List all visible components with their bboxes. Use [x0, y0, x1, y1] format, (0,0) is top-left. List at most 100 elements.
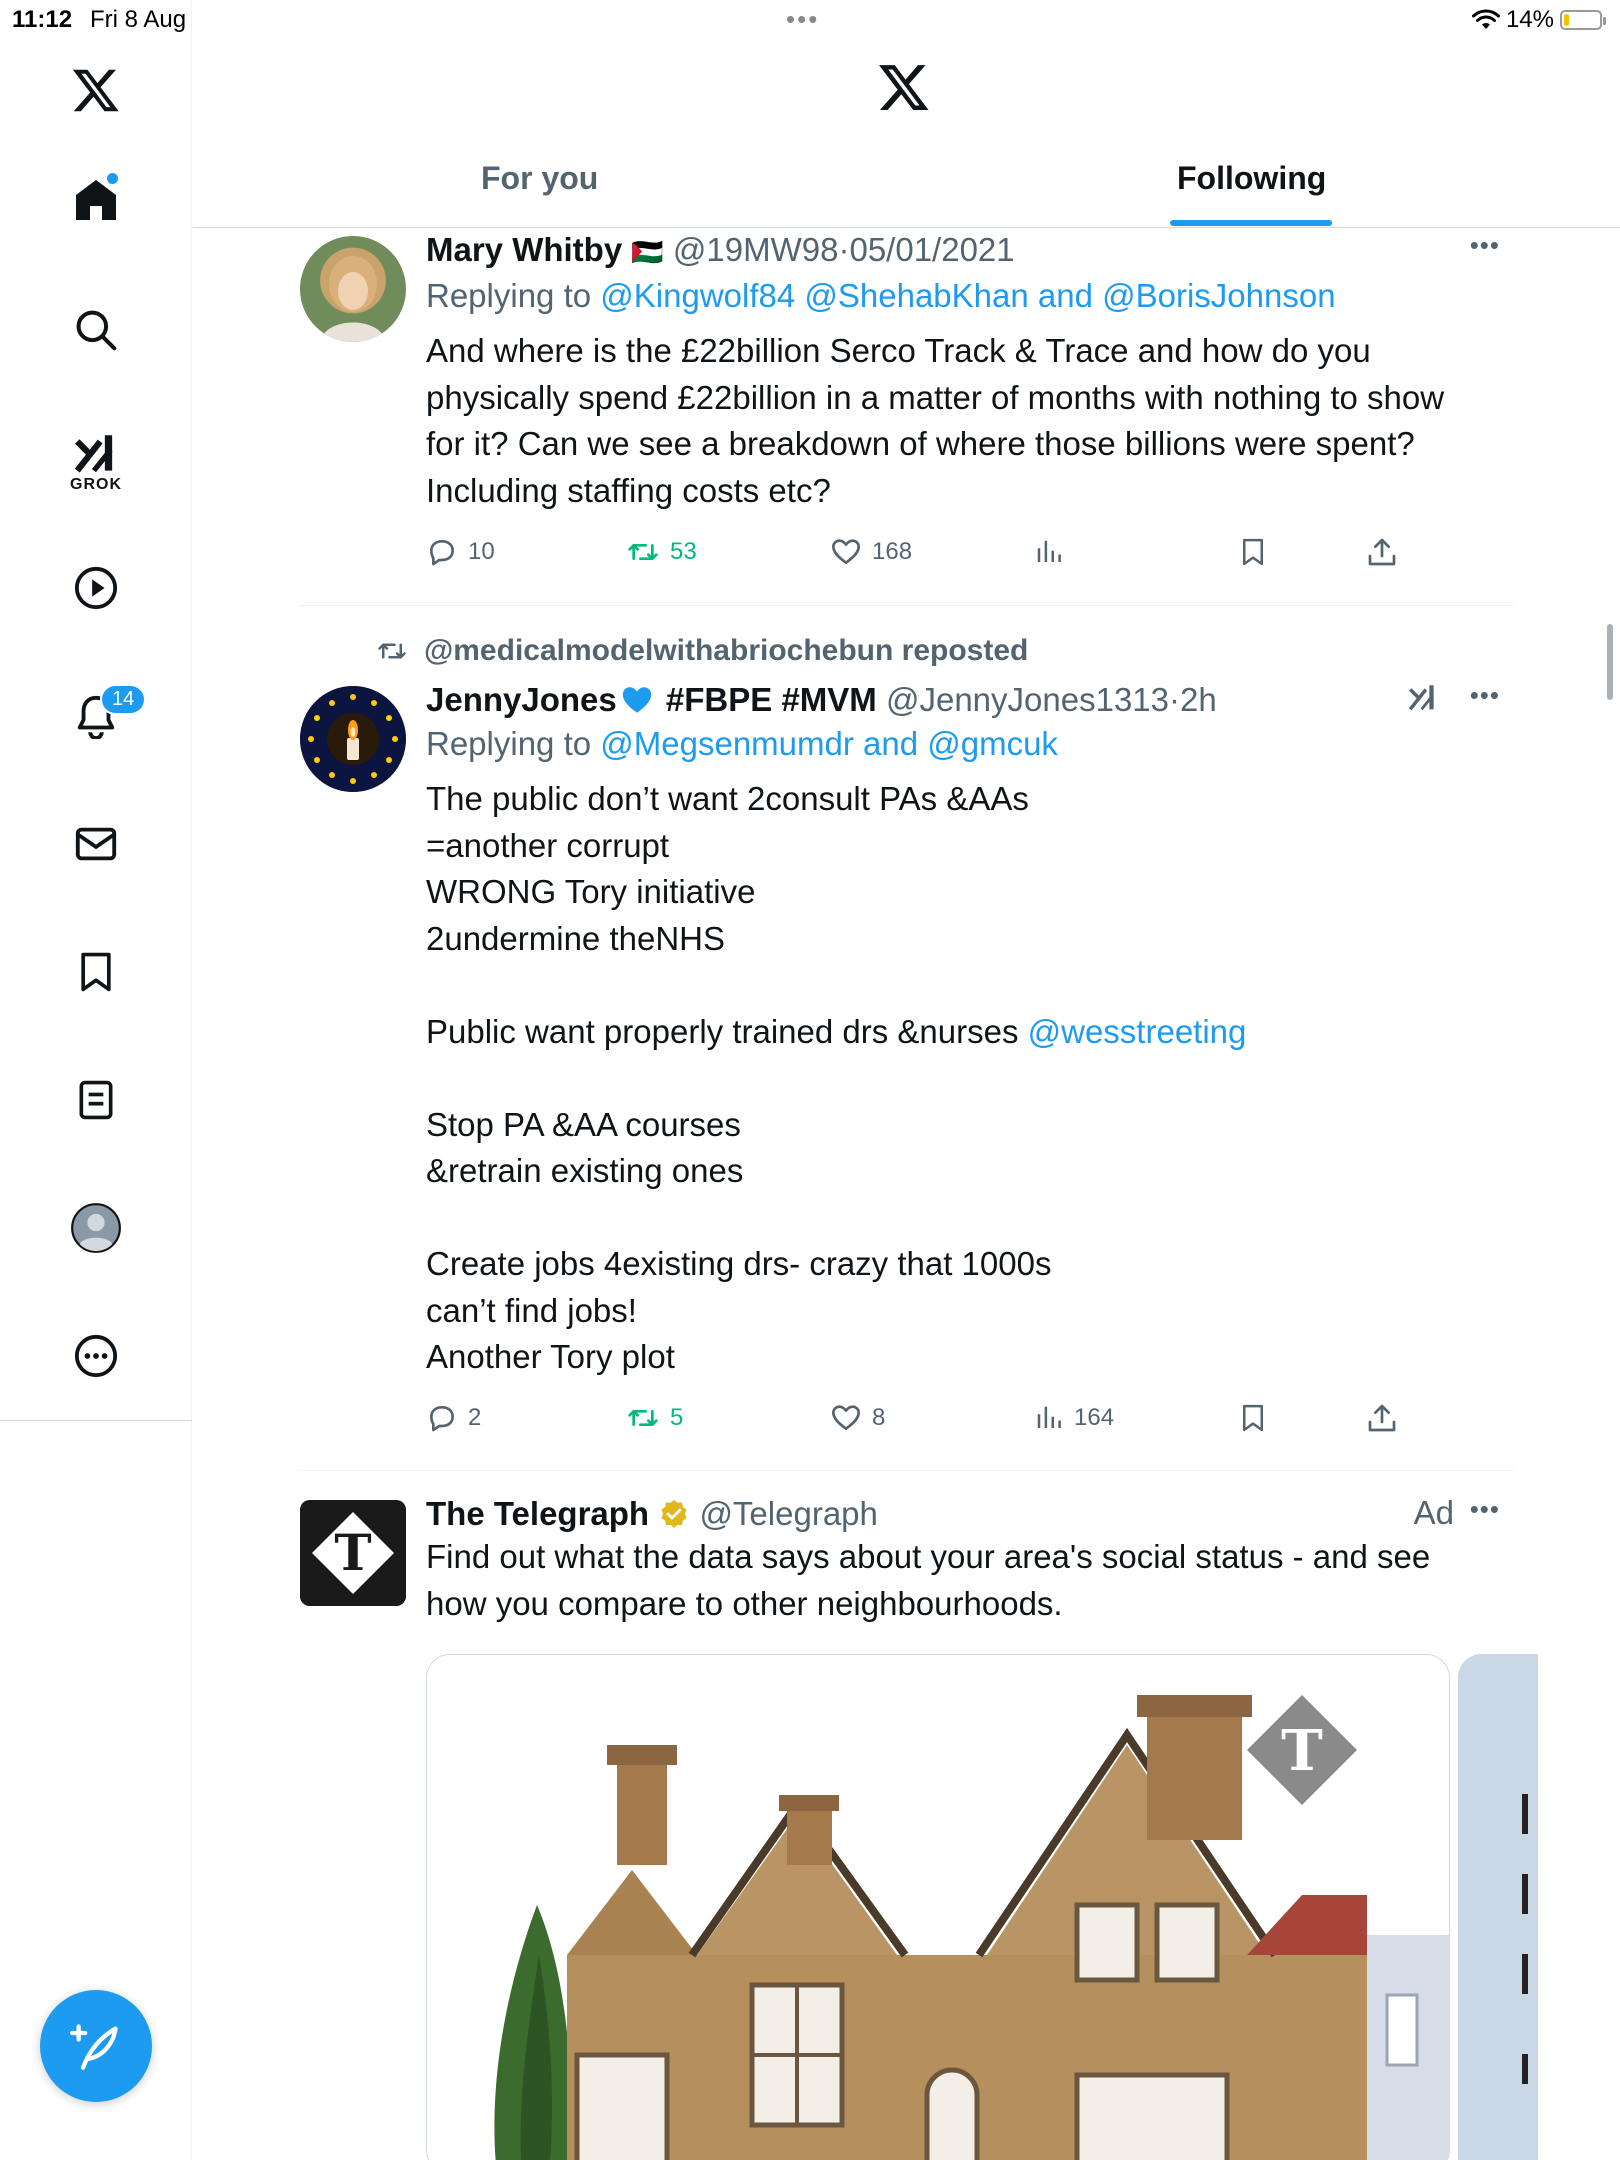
status-bar: 11:12 Fri 8 Aug ••• 14%: [0, 0, 1620, 40]
heart-icon: [832, 539, 860, 564]
ad-media-card[interactable]: T: [426, 1654, 1450, 2160]
tweet-text: Find out what the data says about your a…: [426, 1538, 1431, 1622]
tweet-text: The public don’t want 2consult PAs &AAs …: [426, 776, 1514, 1381]
more-icon[interactable]: •••: [1470, 230, 1500, 261]
repost-count: 5: [670, 1404, 684, 1431]
author-name-suffix: #FBPE #MVM: [665, 681, 877, 718]
author-handle[interactable]: @Telegraph: [699, 1495, 877, 1532]
author-name[interactable]: Mary Whitby: [426, 231, 622, 268]
tweet-divider: [300, 1470, 1514, 1471]
views-chart-icon: [1037, 1406, 1061, 1428]
share-button[interactable]: [1366, 1402, 1398, 1434]
more-icon[interactable]: •••: [1470, 680, 1500, 711]
compose-post-button[interactable]: [40, 1990, 152, 2102]
grok-label: GROK: [70, 476, 122, 493]
active-tab-indicator: [1170, 220, 1332, 226]
separator-dot: ·: [1169, 681, 1180, 718]
more-icon[interactable]: •••: [1470, 1494, 1500, 1525]
bookmark-button[interactable]: [1238, 536, 1268, 568]
more-options-icon[interactable]: [66, 1326, 126, 1386]
reply-icon: [430, 540, 454, 566]
share-button[interactable]: [1366, 536, 1398, 568]
ad-house-image: T: [427, 1655, 1449, 2160]
author-name[interactable]: The Telegraph: [426, 1495, 649, 1532]
repost-count: 53: [670, 538, 697, 565]
like-button[interactable]: 8: [830, 1402, 885, 1434]
tweet-text-part: Stop PA &AA courses &retrain existing on…: [426, 1105, 1052, 1375]
replying-prefix: Replying to: [426, 725, 601, 762]
heart-icon: [832, 1405, 860, 1430]
battery-percent: 14%: [1505, 6, 1554, 33]
status-right: 14%: [1471, 6, 1606, 34]
reply-icon: [430, 1406, 454, 1432]
repost-icon: [628, 1410, 658, 1426]
author-handle[interactable]: @19MW98: [673, 231, 839, 268]
author-name[interactable]: JennyJones: [426, 681, 617, 718]
repost-icon: [628, 544, 658, 560]
messages-envelope-icon[interactable]: [66, 814, 126, 874]
search-icon[interactable]: [66, 300, 126, 360]
separator-dot: ·: [838, 231, 850, 268]
reply-button[interactable]: 2: [426, 1402, 481, 1434]
x-logo-icon: [877, 60, 931, 119]
battery-icon: [1560, 10, 1606, 30]
timeline-header: For you Following: [193, 40, 1620, 228]
grok-icon[interactable]: [66, 424, 126, 484]
bookmarks-icon[interactable]: [66, 942, 126, 1002]
sidebar: GROK 14: [0, 0, 192, 2160]
tweet-actions: 2 5 8 164: [426, 1402, 1426, 1442]
replying-to-handles[interactable]: @Kingwolf84 @ShehabKhan and @BorisJohnso…: [600, 277, 1335, 314]
replying-to: Replying to @Megsenmumdr and @gmcuk: [426, 720, 1514, 768]
tab-following[interactable]: Following: [1177, 160, 1326, 197]
svg-text:T: T: [1281, 1718, 1323, 1784]
bookmark-icon: [1243, 1404, 1263, 1432]
replying-to-handles[interactable]: @Megsenmumdr and @gmcuk: [600, 725, 1058, 762]
repost-icon: [378, 643, 406, 659]
multitasking-dots-icon[interactable]: •••: [786, 4, 819, 35]
reposted-by[interactable]: @medicalmodelwithabriochebun reposted: [376, 634, 1028, 668]
svg-text:T: T: [334, 1523, 371, 1582]
like-count: 8: [872, 1404, 886, 1431]
reply-button[interactable]: 10: [426, 536, 495, 568]
blue-heart-icon: [622, 687, 651, 713]
compose-feather-icon: [70, 2024, 118, 2070]
like-button[interactable]: 168: [830, 536, 912, 568]
reply-count: 10: [468, 538, 495, 565]
grok-explain-icon[interactable]: [1406, 680, 1440, 721]
x-logo-icon[interactable]: [66, 60, 126, 120]
views-button[interactable]: [1034, 536, 1074, 568]
bookmark-icon: [1243, 538, 1263, 566]
flag-emoji: 🇵🇸: [631, 237, 664, 267]
telegraph-logo-avatar[interactable]: T: [300, 1500, 406, 1606]
post-time[interactable]: 05/01/2021: [849, 231, 1014, 268]
verified-gold-badge-icon: [661, 1500, 687, 1528]
bookmark-button[interactable]: [1238, 1402, 1268, 1434]
lists-icon[interactable]: [66, 1070, 126, 1130]
sidebar-divider: [0, 1420, 192, 1421]
tweet-text: And where is the £22billion Serco Track …: [426, 332, 1445, 509]
profile-avatar-icon[interactable]: [66, 1198, 126, 1258]
tweet-header: JennyJones #FBPE #MVM @JennyJones1313·2h: [426, 680, 1514, 720]
avatar[interactable]: [300, 686, 406, 792]
tweet[interactable]: Mary Whitby 🇵🇸 @19MW98·05/01/2021 Replyi…: [300, 230, 1514, 610]
avatar[interactable]: [300, 236, 406, 342]
wifi-icon: [1471, 9, 1500, 29]
views-button[interactable]: 164: [1034, 1402, 1114, 1434]
replying-to: Replying to @Kingwolf84 @ShehabKhan and …: [426, 272, 1514, 320]
tweet[interactable]: JennyJones #FBPE #MVM @JennyJones1313·2h…: [300, 680, 1514, 1470]
video-icon[interactable]: [66, 558, 126, 618]
reply-count: 2: [468, 1404, 482, 1431]
replying-prefix: Replying to: [426, 277, 601, 314]
ad-media-card-next[interactable]: [1458, 1654, 1538, 2160]
author-handle[interactable]: @JennyJones1313: [886, 681, 1169, 718]
views-chart-icon: [1037, 540, 1061, 562]
tab-for-you[interactable]: For you: [481, 160, 598, 197]
scrollbar[interactable]: [1607, 624, 1613, 700]
mention-link[interactable]: @wesstreeting: [1028, 1013, 1247, 1050]
repost-button[interactable]: 5: [626, 1402, 683, 1434]
repost-button[interactable]: 53: [626, 536, 697, 568]
reposted-by-text: @medicalmodelwithabriochebun reposted: [424, 634, 1029, 667]
post-time[interactable]: 2h: [1180, 681, 1217, 718]
tweet-header: The Telegraph @Telegraph: [426, 1494, 1514, 1534]
share-icon: [1368, 1404, 1396, 1432]
